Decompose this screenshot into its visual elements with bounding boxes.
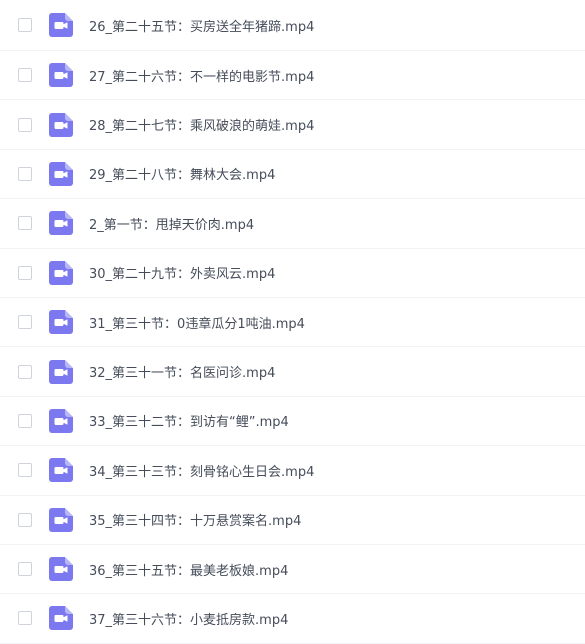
file-list: 26_第二十五节：买房送全年猪蹄.mp4 27_第二十六节：不一样的电影节.mp…: [0, 0, 585, 644]
file-row[interactable]: 2_第一节：甩掉天价肉.mp4: [0, 199, 585, 249]
file-name[interactable]: 28_第二十七节：乘风破浪的萌娃.mp4: [89, 115, 314, 134]
video-file-icon: [49, 458, 73, 483]
video-file-icon: [49, 408, 73, 433]
file-row[interactable]: 34_第三十三节：刻骨铭心生日会.mp4: [0, 446, 585, 496]
file-name[interactable]: 29_第二十八节：舞林大会.mp4: [89, 164, 275, 183]
video-file-icon: [49, 310, 73, 335]
file-name[interactable]: 30_第二十九节：外卖风云.mp4: [89, 263, 275, 282]
file-name[interactable]: 36_第三十五节：最美老板娘.mp4: [89, 560, 288, 579]
row-checkbox[interactable]: [18, 562, 32, 577]
file-row[interactable]: 37_第三十六节：小麦抵房款.mp4: [0, 594, 585, 644]
row-checkbox[interactable]: [18, 512, 32, 527]
file-row[interactable]: 29_第二十八节：舞林大会.mp4: [0, 150, 585, 200]
video-file-icon: [49, 63, 73, 88]
file-name[interactable]: 33_第三十二节：到访有“鲤”.mp4: [89, 411, 289, 430]
file-row[interactable]: 36_第三十五节：最美老板娘.mp4: [0, 545, 585, 595]
file-row[interactable]: 30_第二十九节：外卖风云.mp4: [0, 249, 585, 298]
video-file-icon: [49, 112, 73, 137]
file-name[interactable]: 31_第三十节：0违章瓜分1吨油.mp4: [89, 313, 305, 332]
video-file-icon: [49, 260, 73, 285]
row-checkbox[interactable]: [18, 68, 32, 83]
file-name[interactable]: 34_第三十三节：刻骨铭心生日会.mp4: [89, 461, 314, 480]
file-row[interactable]: 31_第三十节：0违章瓜分1吨油.mp4: [0, 298, 585, 348]
file-row[interactable]: 28_第二十七节：乘风破浪的萌娃.mp4: [0, 100, 585, 150]
row-checkbox[interactable]: [18, 364, 32, 379]
file-row[interactable]: 26_第二十五节：买房送全年猪蹄.mp4: [0, 0, 585, 51]
file-name[interactable]: 35_第三十四节：十万悬赏案名.mp4: [89, 510, 301, 529]
row-checkbox[interactable]: [18, 18, 32, 32]
video-file-icon: [49, 13, 73, 37]
file-row[interactable]: 32_第三十一节：名医问诊.mp4: [0, 347, 585, 397]
file-name[interactable]: 26_第二十五节：买房送全年猪蹄.mp4: [89, 16, 314, 35]
row-checkbox[interactable]: [18, 265, 32, 280]
video-file-icon: [49, 507, 73, 532]
video-file-icon: [49, 359, 73, 384]
row-checkbox[interactable]: [18, 315, 32, 330]
row-checkbox[interactable]: [18, 117, 32, 132]
video-file-icon: [49, 161, 73, 186]
file-name[interactable]: 32_第三十一节：名医问诊.mp4: [89, 362, 275, 381]
video-file-icon: [49, 557, 73, 582]
file-row[interactable]: 33_第三十二节：到访有“鲤”.mp4: [0, 397, 585, 447]
file-name[interactable]: 37_第三十六节：小麦抵房款.mp4: [89, 609, 288, 628]
file-name[interactable]: 27_第二十六节：不一样的电影节.mp4: [89, 66, 314, 85]
row-checkbox[interactable]: [18, 413, 32, 428]
row-checkbox[interactable]: [18, 166, 32, 181]
row-checkbox[interactable]: [18, 216, 32, 231]
video-file-icon: [49, 606, 73, 631]
file-row[interactable]: 27_第二十六节：不一样的电影节.mp4: [0, 51, 585, 101]
file-name[interactable]: 2_第一节：甩掉天价肉.mp4: [89, 214, 254, 233]
video-file-icon: [49, 211, 73, 236]
row-checkbox[interactable]: [18, 463, 32, 478]
file-row[interactable]: 35_第三十四节：十万悬赏案名.mp4: [0, 496, 585, 545]
row-checkbox[interactable]: [18, 611, 32, 626]
